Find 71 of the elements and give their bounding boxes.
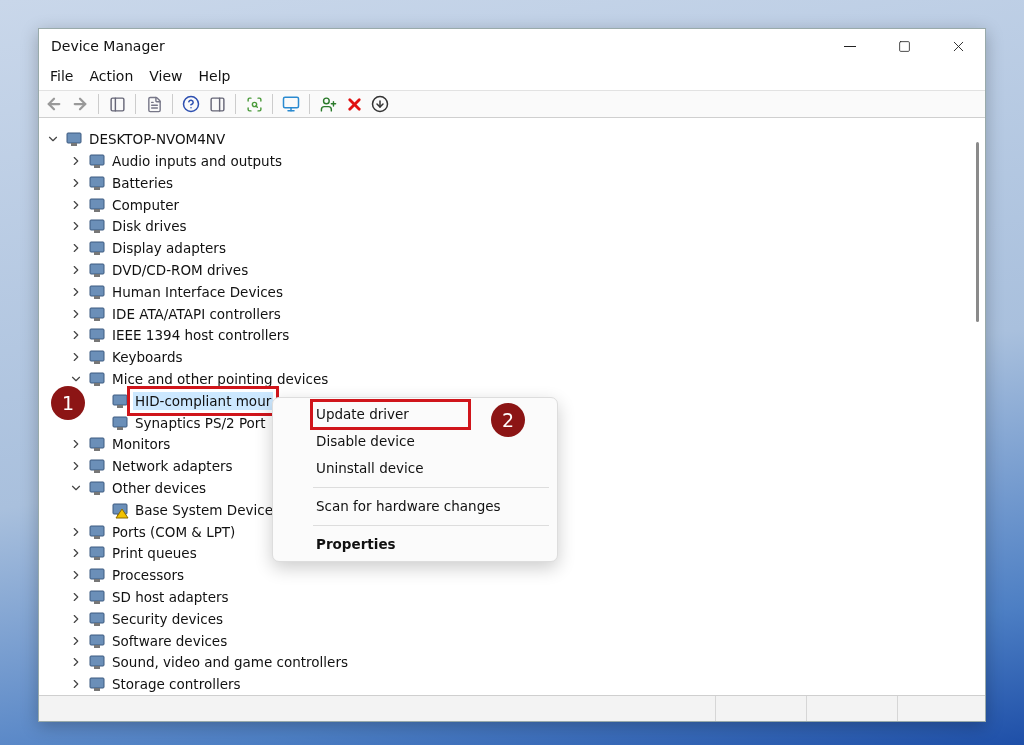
device-icon xyxy=(88,479,106,497)
device-icon xyxy=(111,391,129,410)
device-icon xyxy=(111,413,129,432)
minimize-icon xyxy=(844,45,856,47)
tree-item[interactable]: Display adapters xyxy=(110,239,228,258)
down-arrow-circle-icon xyxy=(371,95,389,114)
device-icon xyxy=(88,631,106,650)
tree-item[interactable]: Storage controllers xyxy=(110,675,243,694)
device-icon xyxy=(65,130,83,149)
device-icon xyxy=(88,152,106,171)
device-icon xyxy=(88,588,106,606)
device-icon xyxy=(88,609,106,628)
document-icon xyxy=(145,95,163,113)
tree-item[interactable]: Processors xyxy=(110,566,187,585)
device-icon xyxy=(88,217,106,236)
device-icon xyxy=(88,435,106,454)
tree-item[interactable]: Sound, video and game controllers xyxy=(110,653,350,672)
window-title: Device Manager xyxy=(51,38,166,54)
tree-item[interactable]: Security devices xyxy=(110,609,226,628)
monitor-icon xyxy=(282,95,300,114)
device-icon xyxy=(88,653,106,672)
tree-item[interactable]: Mice and other pointing devices xyxy=(110,370,331,389)
context-menu-item[interactable]: Disable device xyxy=(312,428,419,455)
device-icon xyxy=(88,261,106,280)
menu-item[interactable]: File xyxy=(43,66,81,87)
tree-item[interactable]: IEEE 1394 host controllers xyxy=(110,326,292,345)
context-menu-item[interactable]: Uninstall device xyxy=(312,455,428,482)
tree-item[interactable]: Human Interface Devices xyxy=(110,282,285,301)
tree-item[interactable]: Software devices xyxy=(110,631,230,650)
scrollbar-thumb[interactable] xyxy=(976,142,979,323)
menu-item[interactable]: View xyxy=(142,66,190,87)
menu-item[interactable]: Action xyxy=(82,66,141,87)
device-icon xyxy=(88,522,106,541)
device-icon xyxy=(88,675,106,694)
device-icon xyxy=(88,326,106,345)
device-icon xyxy=(88,282,106,301)
maximize-icon xyxy=(897,39,911,53)
tree-item[interactable]: Batteries xyxy=(110,173,176,192)
context-menu-item[interactable]: Update driver xyxy=(312,401,469,428)
tree-item[interactable]: Synaptics PS/2 Port xyxy=(133,413,268,432)
tree-item[interactable]: IDE ATA/ATAPI controllers xyxy=(110,304,283,323)
context-menu-item[interactable]: Scan for hardware changes xyxy=(312,493,505,520)
tree-item[interactable]: SD host adapters xyxy=(110,588,231,606)
device-icon xyxy=(88,370,106,389)
tree-item[interactable]: Monitors xyxy=(110,435,173,454)
panel-icon xyxy=(108,95,126,113)
device-icon xyxy=(88,566,106,585)
device-icon xyxy=(88,304,106,323)
device-icon xyxy=(88,195,106,214)
tree-item[interactable]: Base System Device xyxy=(133,500,275,519)
scan-icon xyxy=(245,95,263,113)
tree-item[interactable]: Keyboards xyxy=(110,348,185,367)
tree-item[interactable]: Ports (COM & LPT) xyxy=(110,522,238,541)
tree-item[interactable]: DESKTOP-NVOM4NV xyxy=(87,130,228,149)
device-icon xyxy=(88,457,106,476)
help-icon xyxy=(182,95,200,114)
device-icon xyxy=(88,348,106,367)
person-plus-icon xyxy=(319,95,337,113)
tree-item[interactable]: DVD/CD-ROM drives xyxy=(110,261,251,280)
tree-item[interactable]: Audio inputs and outputs xyxy=(110,152,284,171)
tree-item[interactable]: Computer xyxy=(110,195,182,214)
tree-item[interactable]: Print queues xyxy=(110,544,199,563)
tree-item[interactable]: Other devices xyxy=(110,479,208,497)
panel-icon xyxy=(208,95,226,113)
tree-item[interactable]: Network adapters xyxy=(110,457,235,476)
context-menu-item[interactable]: Properties xyxy=(312,531,400,558)
menu-item[interactable]: Help xyxy=(191,66,238,87)
tree-item[interactable]: Disk drives xyxy=(110,217,189,236)
device-icon xyxy=(88,239,106,258)
device-icon xyxy=(88,544,106,563)
device-icon xyxy=(88,173,106,192)
